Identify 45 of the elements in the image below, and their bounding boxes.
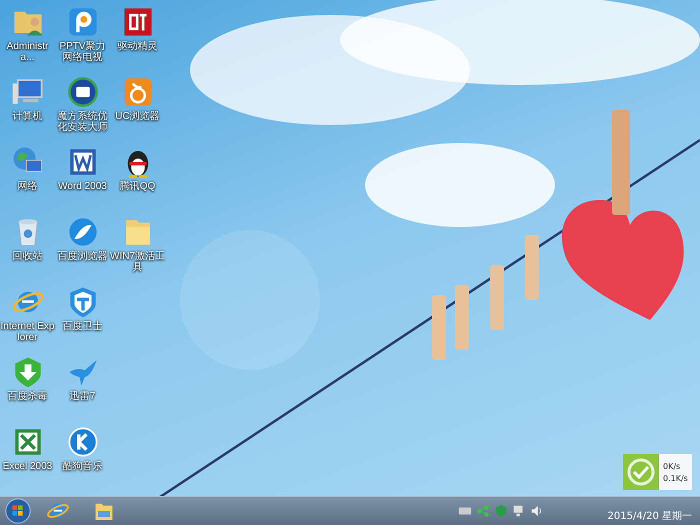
shortcut-label: 腾讯QQ bbox=[118, 181, 156, 192]
desktop-shortcut[interactable]: 计算机 bbox=[0, 72, 55, 142]
desktop-shortcut[interactable]: 酷狗音乐 bbox=[55, 422, 110, 492]
desktop-shortcut[interactable]: 魔方系统优化安装大师 bbox=[55, 72, 110, 142]
desktop-shortcut[interactable]: Internet Explorer bbox=[0, 282, 55, 352]
desktop-shortcut[interactable]: WIN7激活工具 bbox=[110, 212, 165, 282]
speaker-icon bbox=[530, 504, 544, 518]
desktop-shortcut[interactable]: 迅雷7 bbox=[55, 352, 110, 422]
shortcut-label: WIN7激活工具 bbox=[110, 251, 165, 273]
desktop-shortcut[interactable]: UC浏览器 bbox=[110, 72, 165, 142]
shortcut-label: 回收站 bbox=[12, 251, 44, 262]
shortcut-label: 迅雷7 bbox=[68, 391, 96, 402]
shortcut-label: Administra... bbox=[6, 41, 50, 63]
desktop-shortcut[interactable]: 百度杀毒 bbox=[0, 352, 55, 422]
cube-app-icon bbox=[66, 75, 100, 109]
shortcut-label: 网络 bbox=[16, 181, 38, 192]
shortcut-label: Excel 2003 bbox=[2, 461, 54, 472]
desktop-shortcut[interactable]: Word 2003 bbox=[55, 142, 110, 212]
shortcut-label: Internet Explorer bbox=[0, 321, 55, 343]
start-button[interactable] bbox=[4, 497, 32, 525]
shortcut-label: 百度卫士 bbox=[62, 321, 104, 332]
download-speed: 0.1K/s bbox=[663, 474, 688, 482]
shortcut-label: Word 2003 bbox=[57, 181, 108, 192]
desktop-shortcut[interactable]: Excel 2003 bbox=[0, 422, 55, 492]
share-icon bbox=[476, 504, 490, 518]
desktop-shortcut[interactable]: 百度卫士 bbox=[55, 282, 110, 352]
upload-speed: 0K/s bbox=[663, 462, 682, 470]
shortcut-label: UC浏览器 bbox=[114, 111, 161, 122]
desktop-shortcut[interactable]: PPTV聚力网络电视 bbox=[55, 2, 110, 72]
desktop-shortcut[interactable]: 驱动精灵 bbox=[110, 2, 165, 72]
shortcut-label: 魔方系统优化安装大师 bbox=[56, 111, 108, 133]
desktop-shortcut[interactable]: 腾讯QQ bbox=[110, 142, 165, 212]
shield-icon bbox=[494, 504, 508, 518]
desktop-shortcut[interactable]: Administra... bbox=[0, 2, 55, 72]
clock-date[interactable]: 2015/4/20 星期一 bbox=[608, 499, 692, 523]
desktop-shortcut[interactable]: 百度浏览器 bbox=[55, 212, 110, 282]
shortcut-label: 酷狗音乐 bbox=[62, 461, 104, 472]
shortcut-label: 百度杀毒 bbox=[6, 391, 48, 402]
shortcut-label: 计算机 bbox=[12, 111, 44, 122]
shortcut-label: 百度浏览器 bbox=[56, 251, 108, 262]
desktop-shortcut[interactable]: 回收站 bbox=[0, 212, 55, 282]
shortcut-label: 驱动精灵 bbox=[116, 41, 158, 52]
music-app-icon bbox=[66, 425, 100, 459]
desktop-shortcut[interactable]: 网络 bbox=[0, 142, 55, 212]
shortcut-label: PPTV聚力网络电视 bbox=[58, 41, 107, 63]
